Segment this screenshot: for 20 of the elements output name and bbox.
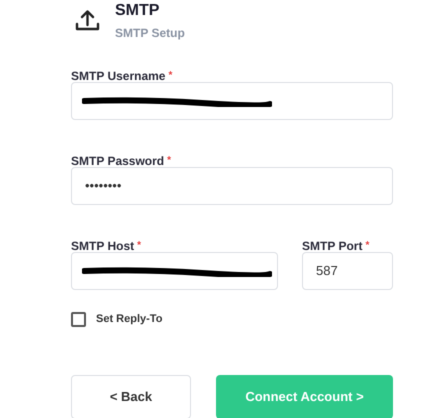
checkbox-label: Set Reply-To [96, 312, 162, 327]
required-mark: * [167, 155, 172, 167]
back-button[interactable]: < Back [71, 374, 191, 418]
field-label: SMTP Password [71, 155, 164, 167]
input-field[interactable]: 587 [302, 252, 393, 290]
field-label: SMTP Username [71, 70, 166, 82]
field-label: SMTP Host [71, 240, 134, 252]
field-label: SMTP Port [302, 240, 362, 252]
field-value: •••••••• [85, 177, 122, 196]
input-field[interactable] [71, 82, 393, 120]
page-subtitle: SMTP Setup [115, 25, 185, 42]
input-field[interactable]: •••••••• [71, 167, 393, 205]
input-field[interactable] [71, 252, 278, 290]
required-mark: * [365, 240, 370, 252]
field-value: 587 [316, 262, 338, 280]
required-mark: * [168, 70, 172, 82]
upload-icon [75, 9, 100, 33]
required-mark: * [137, 240, 142, 252]
page-title: SMTP [115, 2, 160, 20]
checkbox[interactable] [71, 312, 86, 327]
